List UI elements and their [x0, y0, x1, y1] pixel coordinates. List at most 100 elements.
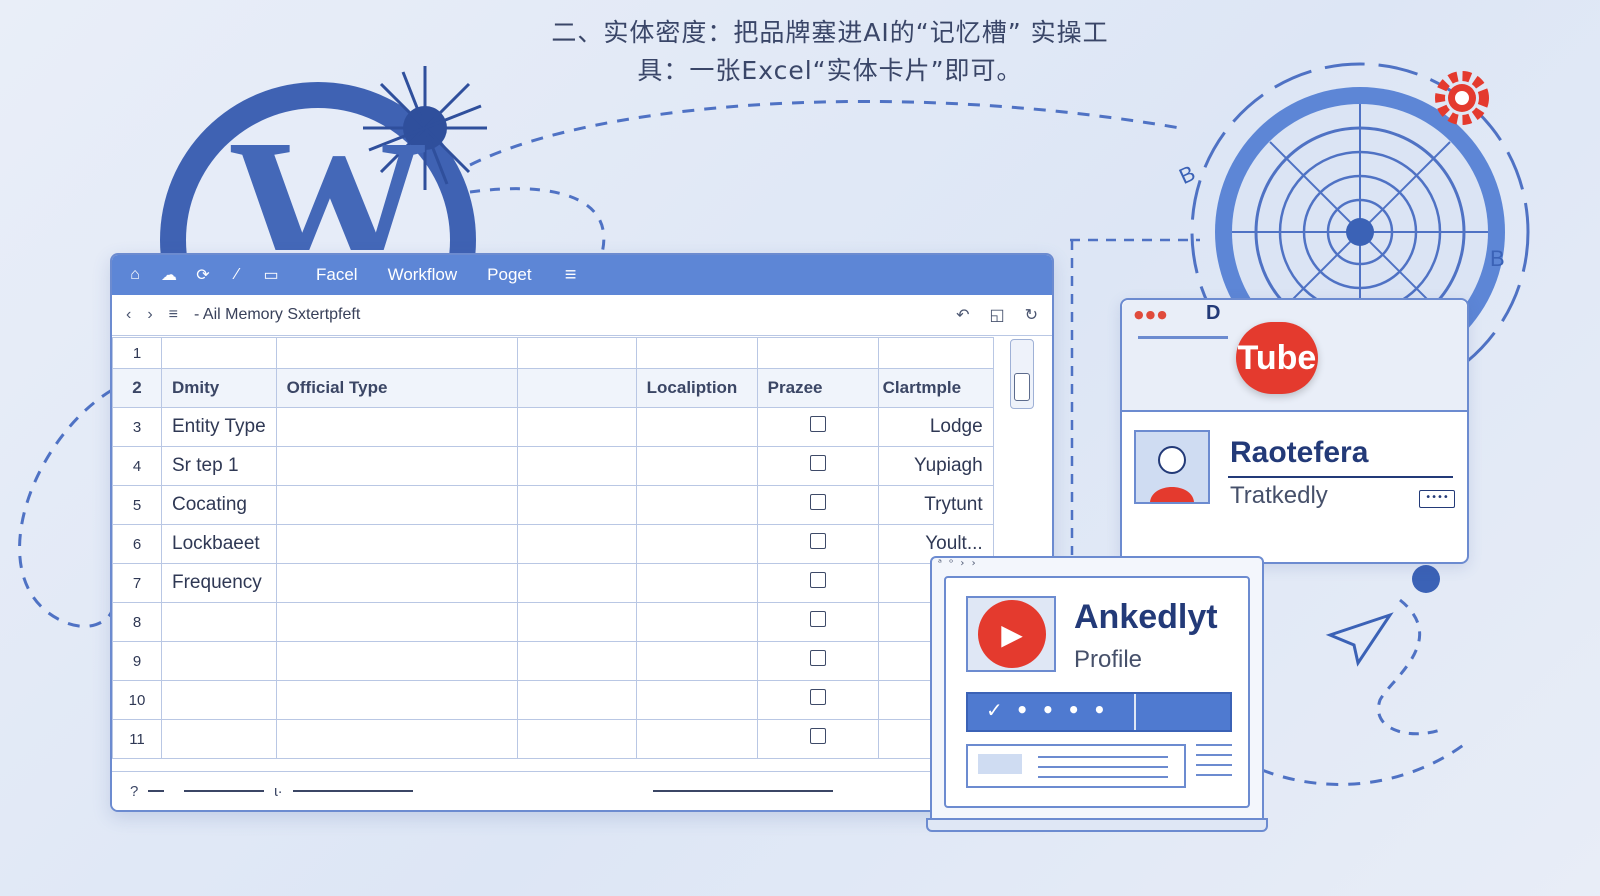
cell[interactable]: Trytunt [877, 485, 994, 525]
row-number: 11 [112, 719, 162, 759]
column-header[interactable] [516, 368, 637, 408]
chevron-right-icon[interactable]: › [147, 306, 152, 324]
menu-workflow[interactable]: Workflow [388, 265, 458, 285]
cell[interactable] [516, 446, 637, 486]
cloud-icon[interactable]: ☁ [160, 266, 178, 284]
headline: 二、实体密度：把品牌塞进AI的“记忆槽” 实操工 具：一张Excel“实体卡片”… [430, 14, 1230, 90]
cell[interactable]: Cocating [161, 485, 277, 525]
cell[interactable] [756, 680, 879, 720]
undo-icon[interactable]: ↶ [956, 305, 969, 325]
cell[interactable]: Frequency [161, 563, 277, 603]
header-mark: D [1206, 302, 1221, 324]
cell[interactable] [516, 680, 637, 720]
menu-facel[interactable]: Facel [316, 265, 358, 285]
checkbox[interactable] [809, 611, 826, 627]
cell[interactable] [635, 407, 758, 447]
checkbox[interactable] [809, 650, 826, 666]
cell[interactable] [275, 602, 518, 642]
cell[interactable]: Yupiagh [877, 446, 994, 486]
cell[interactable] [756, 446, 879, 486]
cell[interactable] [635, 563, 758, 603]
cell[interactable] [756, 641, 879, 681]
scrollbar-thumb[interactable] [1014, 373, 1030, 401]
cell[interactable] [756, 337, 879, 369]
action-bar[interactable]: ✓ • • • • [966, 692, 1232, 732]
cell[interactable] [635, 337, 758, 369]
cell[interactable] [756, 524, 879, 564]
checkbox[interactable] [809, 533, 826, 549]
pen-icon[interactable]: ⁄ [228, 266, 246, 284]
cell[interactable] [635, 524, 758, 564]
cell[interactable]: Lockbaeet [161, 524, 277, 564]
column-header[interactable]: Official Type [275, 368, 518, 408]
cell[interactable] [516, 641, 637, 681]
cell[interactable] [275, 641, 518, 681]
checkbox[interactable] [809, 572, 826, 588]
status-slider[interactable] [184, 790, 265, 792]
window-icon[interactable]: ▭ [262, 266, 280, 284]
cell[interactable] [275, 524, 518, 564]
cell[interactable] [516, 337, 637, 369]
checkbox[interactable] [809, 689, 826, 705]
cell[interactable] [275, 680, 518, 720]
column-header[interactable]: Localiption [635, 368, 758, 408]
cell[interactable] [275, 719, 518, 759]
list-icon[interactable]: ≡ [169, 306, 178, 324]
cell[interactable]: Lodge [877, 407, 994, 447]
cell[interactable] [275, 407, 518, 447]
profile-subtitle: Tratkedly [1230, 482, 1328, 509]
cell[interactable] [516, 407, 637, 447]
cell[interactable] [275, 563, 518, 603]
more-button[interactable]: •••• [1419, 490, 1455, 508]
cell[interactable] [161, 680, 277, 720]
cell[interactable] [161, 337, 277, 369]
refresh-icon[interactable]: ⟳ [194, 266, 212, 284]
cell[interactable] [516, 485, 637, 525]
cell[interactable] [275, 446, 518, 486]
cell[interactable] [635, 446, 758, 486]
cell[interactable] [756, 602, 879, 642]
cell[interactable] [635, 641, 758, 681]
cell[interactable] [161, 719, 277, 759]
cell[interactable] [756, 485, 879, 525]
table-row: 3 Entity Type Lodge [112, 407, 994, 447]
cell[interactable] [635, 680, 758, 720]
column-header[interactable]: Dmity [161, 368, 277, 408]
column-header[interactable]: Clartmple [877, 368, 994, 408]
checkbox[interactable] [809, 455, 826, 471]
cell[interactable] [635, 485, 758, 525]
checkbox[interactable] [809, 416, 826, 432]
bar-divider [1134, 694, 1136, 730]
checkbox[interactable] [809, 494, 826, 510]
menu-icon[interactable]: ≡ [562, 264, 580, 286]
video-thumbnail[interactable]: ▶ [966, 596, 1056, 672]
home-icon[interactable]: ⌂ [126, 266, 144, 284]
sync-icon[interactable]: ↻ [1025, 305, 1038, 325]
checkbox[interactable] [809, 728, 826, 744]
cell[interactable] [161, 641, 277, 681]
cell[interactable] [756, 719, 879, 759]
cell[interactable] [635, 602, 758, 642]
text-field[interactable] [966, 744, 1186, 788]
cell[interactable] [516, 719, 637, 759]
chevron-left-icon[interactable]: ‹ [126, 306, 131, 324]
menu-poget[interactable]: Poget [487, 265, 531, 285]
row-number: 1 [112, 337, 162, 369]
cell[interactable] [516, 524, 637, 564]
cell[interactable] [756, 407, 879, 447]
column-header[interactable]: Prazee [756, 368, 879, 408]
cell[interactable] [275, 337, 518, 369]
cell[interactable] [516, 602, 637, 642]
cell[interactable] [756, 563, 879, 603]
laptop-toolbar: ᵃ ᵒ › › [938, 558, 978, 569]
cell[interactable]: Sr tep 1 [161, 446, 277, 486]
play-icon[interactable]: ▶ [978, 600, 1046, 668]
bookmark-icon[interactable]: ◱ [989, 305, 1004, 325]
cell[interactable] [516, 563, 637, 603]
help-icon[interactable]: ? [130, 783, 138, 800]
cell[interactable] [877, 337, 994, 369]
cell[interactable] [635, 719, 758, 759]
cell[interactable] [275, 485, 518, 525]
cell[interactable]: Entity Type [161, 407, 277, 447]
cell[interactable] [161, 602, 277, 642]
